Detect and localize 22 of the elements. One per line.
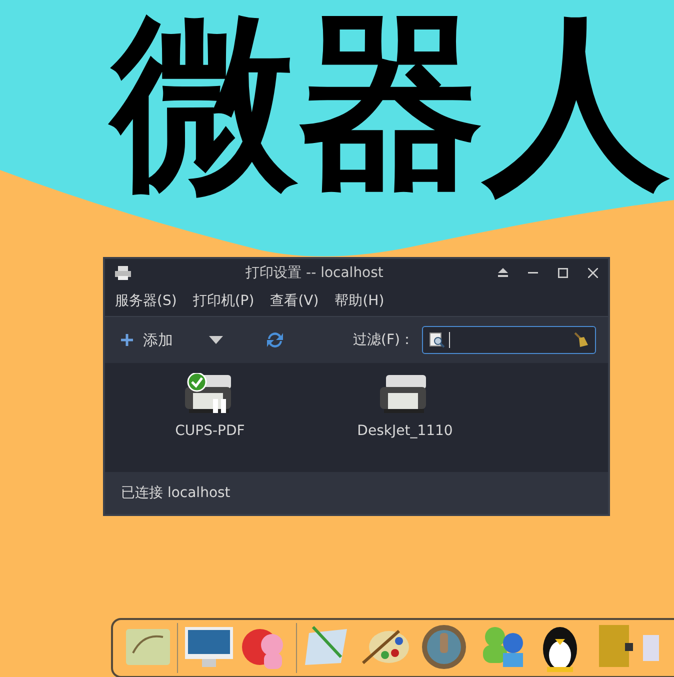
menu-item[interactable]: 服务器(S) [115, 292, 177, 310]
close-icon[interactable] [588, 268, 598, 278]
menu-item[interactable]: 帮助(H) [334, 292, 384, 310]
filter-field[interactable] [422, 326, 596, 354]
eject-icon[interactable] [498, 268, 508, 277]
window-title: 打印设置 -- localhost [244, 264, 384, 282]
menu-item[interactable]: 打印机(P) [192, 292, 254, 310]
printer-name[interactable]: CUPS-PDF [175, 423, 245, 439]
filter-label: 过滤(F)： [353, 331, 414, 349]
text-cursor [449, 332, 450, 348]
printer-icon [115, 266, 131, 280]
status-text: 已连接 localhost [105, 472, 608, 514]
menu-item[interactable]: 查看(V) [270, 292, 319, 310]
minimize-icon[interactable] [528, 272, 538, 274]
broom-icon[interactable] [573, 332, 589, 348]
refresh-icon[interactable] [265, 331, 285, 349]
maximize-icon[interactable] [558, 268, 568, 278]
search-icon [429, 332, 445, 348]
printer-name[interactable]: DeskJet_1110 [357, 423, 453, 439]
add-button[interactable]: 添加 [117, 326, 177, 354]
plus-icon [121, 334, 133, 346]
caret-icon[interactable] [209, 336, 223, 344]
